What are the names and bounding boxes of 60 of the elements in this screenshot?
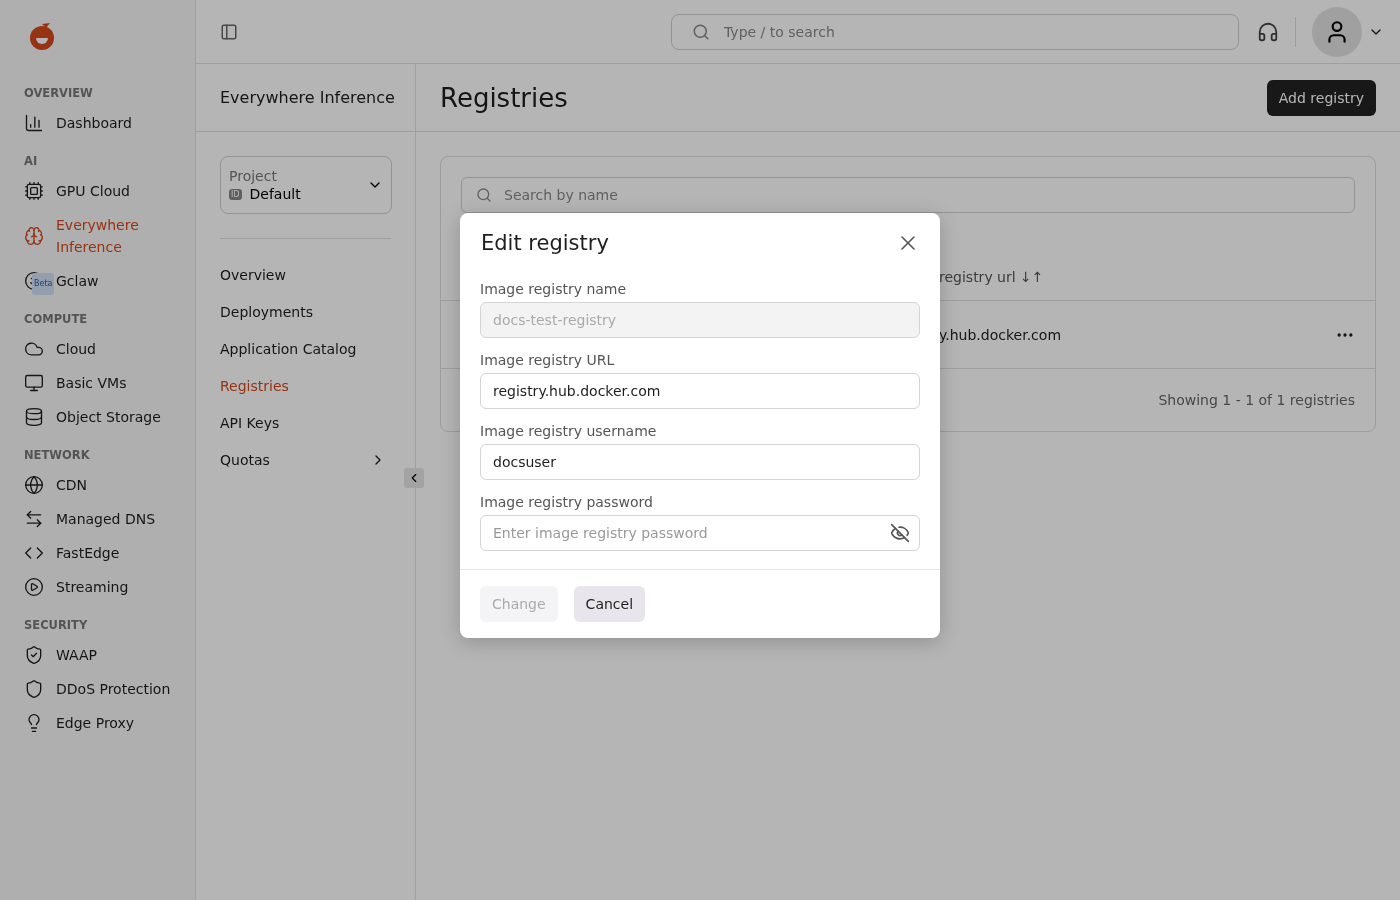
nav-item[interactable]: Cloud (24, 332, 174, 366)
column-header[interactable]: registry url ↓↑ (939, 228, 1335, 285)
shield-check-icon (24, 645, 44, 665)
search-icon (476, 187, 492, 203)
dialog-title: Edit registry (481, 231, 609, 255)
table-cell-text: y.hub.docker.com (939, 326, 1062, 343)
input-field[interactable]: docsuser (480, 444, 920, 480)
input-field[interactable]: registry.hub.docker.com (480, 373, 920, 409)
page-title: Registries (440, 82, 568, 113)
nav-item[interactable]: CDN (24, 468, 174, 502)
field-label: Image registry password (480, 494, 654, 510)
search-icon (692, 22, 710, 41)
arrows-icon (24, 509, 44, 529)
subnav-item[interactable]: Deployments (220, 294, 392, 330)
collapse-button[interactable] (404, 468, 424, 488)
nav-item[interactable]: FastEdge (24, 536, 174, 570)
nav-item[interactable]: GPU Cloud (24, 174, 174, 208)
dialog-button[interactable]: Cancel (573, 586, 646, 622)
logo-icon (28, 22, 56, 52)
section-heading: NETWORK (24, 448, 91, 462)
monitor-icon (24, 373, 44, 393)
pagination-info: Showing 1 - 1 of 1 registries (1158, 392, 1355, 408)
section-heading: OVERVIEW (24, 86, 94, 100)
subnav-item[interactable]: API Keys (220, 405, 392, 441)
field-label: Image registry name (480, 281, 628, 297)
globe-icon (24, 475, 44, 495)
nav-item[interactable]: Streaming (24, 570, 174, 604)
chip-icon (24, 181, 44, 201)
chart-icon (24, 113, 44, 133)
sidebar-toggle-icon[interactable] (220, 22, 238, 41)
hide-password-icon[interactable] (890, 523, 910, 543)
section-title: Everywhere Inference (196, 64, 415, 132)
subnav-item[interactable]: Application Catalog (220, 331, 392, 367)
subnav-item[interactable]: Registries (220, 368, 392, 404)
nav-item[interactable]: Dashboard (24, 106, 174, 140)
section-heading: COMPUTE (24, 312, 89, 326)
beta-badge: Beta (32, 273, 55, 295)
headset-icon[interactable] (1257, 20, 1279, 43)
nav-item[interactable]: WAAP (24, 638, 174, 672)
database-icon (24, 407, 44, 427)
section-heading: SECURITY (24, 618, 89, 632)
nav-item[interactable]: Edge Proxy (24, 706, 174, 740)
nav-item[interactable]: Object Storage (24, 400, 174, 434)
play-icon (24, 577, 44, 597)
nav-item[interactable]: Beta Gclaw (24, 264, 174, 298)
nav-item[interactable]: Managed DNS (24, 502, 174, 536)
field-label: Image registry username (480, 423, 658, 439)
field-label: Image registry URL (480, 352, 616, 368)
shield-icon (24, 679, 44, 699)
avatar-button[interactable] (1312, 6, 1362, 57)
project-select[interactable]: Project ID Default (220, 156, 392, 214)
add-registry-button[interactable]: Add registry (1266, 79, 1376, 116)
subnav-item[interactable]: Overview (220, 257, 392, 293)
nav-item[interactable]: Basic VMs (24, 366, 174, 400)
input-field[interactable]: Enter image registry password (480, 515, 920, 551)
section-heading: AI (24, 154, 39, 168)
cloud-icon (24, 339, 44, 359)
brain-icon (24, 226, 44, 246)
nav-item[interactable]: DDoS Protection (24, 672, 174, 706)
subnav-item[interactable]: Quotas (220, 442, 392, 478)
